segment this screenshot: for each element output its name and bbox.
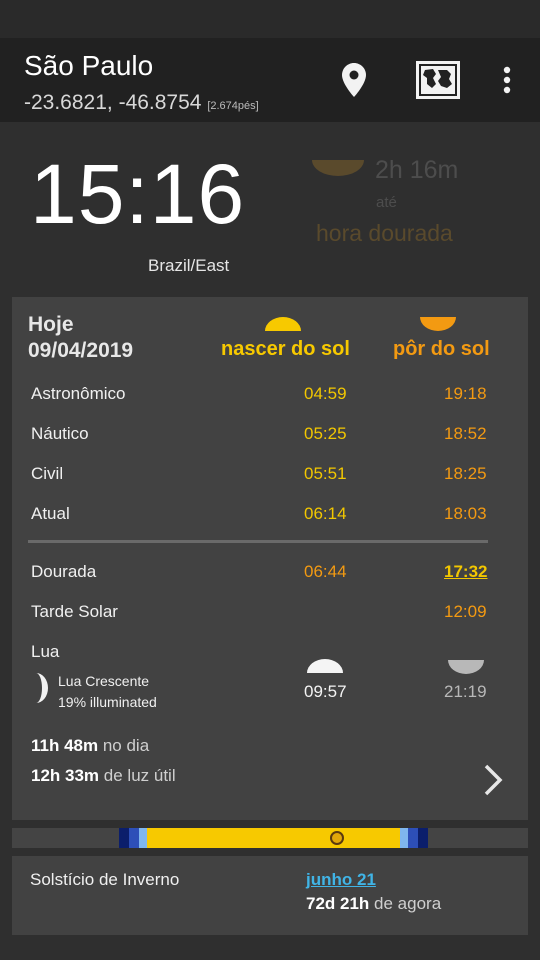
moon-phase: Lua Crescente 19% illuminated xyxy=(58,671,157,713)
row-label-civil: Civil xyxy=(31,464,64,483)
setting-sun-icon xyxy=(312,160,364,181)
day-length: 11h 48m no dia xyxy=(31,736,149,756)
solstice-countdown-suffix: de agora xyxy=(374,894,442,913)
timeline-civil-segment xyxy=(400,828,408,848)
moonset-icon xyxy=(448,660,484,679)
divider xyxy=(28,540,488,543)
solar-noon-time: 12:09 xyxy=(444,602,487,621)
more-vert-icon[interactable] xyxy=(494,58,520,102)
moonrise-icon xyxy=(307,659,343,678)
row-label-golden: Dourada xyxy=(31,562,97,581)
timeline-civil-segment xyxy=(139,828,147,848)
moon-phase-name: Lua Crescente xyxy=(58,673,150,689)
app-bar: São Paulo -23.6821, -46.8754 [2.674pés] xyxy=(0,38,540,122)
timeline-night-segment xyxy=(418,828,428,848)
moonrise-time: 09:57 xyxy=(304,682,347,701)
map-icon[interactable] xyxy=(414,58,462,102)
date-label: 09/04/2019 xyxy=(28,339,134,362)
coordinates: -23.6821, -46.8754 [2.674pés] xyxy=(24,91,259,115)
current-time-marker xyxy=(330,831,344,845)
row-label-moon: Lua xyxy=(31,642,60,661)
set-nautical: 18:52 xyxy=(444,424,487,443)
set-golden[interactable]: 17:32 xyxy=(444,562,487,582)
sunrise-header: nascer do sol xyxy=(221,338,350,360)
status-bar xyxy=(0,0,540,38)
elevation: [2.674pés] xyxy=(207,100,259,112)
location-name[interactable]: São Paulo xyxy=(24,50,153,82)
set-civil: 18:25 xyxy=(444,464,487,483)
day-label: Hoje xyxy=(28,313,74,336)
rise-actual: 06:14 xyxy=(304,504,347,523)
moon-phase-icon xyxy=(36,673,48,708)
current-time: 15:16 xyxy=(30,147,246,241)
moonset-time: 21:19 xyxy=(444,682,487,701)
rise-astronomical: 04:59 xyxy=(304,384,347,403)
timeline-daylight-segment xyxy=(147,828,400,848)
day-length-value: 11h 48m xyxy=(31,736,99,755)
set-astronomical: 19:18 xyxy=(444,384,487,403)
timeline-twilight-segment xyxy=(129,828,139,848)
row-label-nautical: Náutico xyxy=(31,424,89,443)
sunrise-icon xyxy=(265,317,301,336)
countdown-event: hora dourada xyxy=(316,220,453,246)
solstice-countdown-value: 72d 21h xyxy=(306,894,370,913)
chevron-right-icon[interactable] xyxy=(482,763,506,802)
solstice-card: Solstício de Inverno junho 21 72d 21h de… xyxy=(12,856,528,935)
moon-illumination: 19% illuminated xyxy=(58,694,157,710)
golden-hour-countdown: 2h 16m até hora dourada xyxy=(310,150,510,250)
timezone-label[interactable]: Brazil/East xyxy=(148,256,229,276)
location-pin-icon[interactable] xyxy=(334,58,374,102)
rise-nautical: 05:25 xyxy=(304,424,347,443)
solstice-countdown: 72d 21h de agora xyxy=(306,894,441,914)
solstice-date-link[interactable]: junho 21 xyxy=(306,870,376,890)
day-length-suffix: no dia xyxy=(102,736,150,755)
countdown-duration: 2h 16m xyxy=(375,156,459,184)
date-header: Hoje 09/04/2019 xyxy=(28,312,133,364)
day-timeline-bar[interactable] xyxy=(12,828,528,848)
rise-civil: 05:51 xyxy=(304,464,347,483)
row-label-actual: Atual xyxy=(31,504,70,523)
row-label-astronomical: Astronômico xyxy=(31,384,126,403)
sun-times-card: Hoje 09/04/2019 nascer do sol pôr do sol… xyxy=(12,297,528,820)
solstice-label: Solstício de Inverno xyxy=(30,870,180,889)
timeline-twilight-segment xyxy=(408,828,418,848)
rise-golden: 06:44 xyxy=(304,562,347,581)
sunset-header: pôr do sol xyxy=(393,338,490,360)
timeline-night-segment xyxy=(119,828,129,848)
coordinates-text: -23.6821, -46.8754 xyxy=(24,91,202,114)
row-label-solar-noon: Tarde Solar xyxy=(31,602,118,621)
countdown-until: até xyxy=(376,194,397,211)
sunset-icon xyxy=(420,317,456,336)
light-length: 12h 33m de luz útil xyxy=(31,766,176,786)
set-actual: 18:03 xyxy=(444,504,487,523)
light-length-value: 12h 33m xyxy=(31,766,100,785)
light-length-suffix: de luz útil xyxy=(103,766,176,785)
